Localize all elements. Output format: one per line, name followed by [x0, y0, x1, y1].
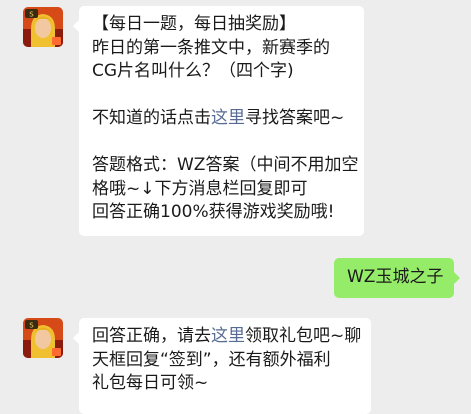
message-spacer — [92, 131, 354, 155]
message-format-line: 答题格式：WZ答案（中间不用加空 — [92, 155, 359, 175]
result-prefix: 回答正确，请去 — [92, 326, 211, 346]
hint-suffix: 寻找答案吧~ — [245, 108, 345, 128]
message-result-line: 回答正确，请去这里领取礼包吧~聊 — [92, 325, 361, 349]
message-bubble-user-reply: WZ玉城之子 — [334, 258, 460, 298]
message-spacer — [92, 84, 354, 108]
message-format-line: 回答正确100%获得游戏奖励哦! — [92, 202, 335, 222]
message-text-line: CG片名叫什么？（四个字) — [92, 61, 294, 81]
sender-avatar-icon[interactable]: S — [23, 318, 63, 358]
sender-avatar-icon[interactable]: S — [23, 7, 63, 47]
message-title: 【每日一题，每日抽奖励】 — [92, 14, 296, 34]
message-hint-line: 不知道的话点击这里寻找答案吧~ — [92, 107, 354, 131]
message-text-line: 礼包每日可领~ — [92, 373, 209, 393]
svg-text:S: S — [29, 322, 34, 330]
svg-text:S: S — [29, 11, 34, 19]
answer-link[interactable]: 这里 — [211, 108, 245, 128]
message-text-line: 昨日的第一条推文中，新赛季的 — [92, 37, 330, 58]
message-format-line: 格哦~↓下方消息栏回复即可 — [92, 178, 308, 199]
message-bubble-question: 【每日一题，每日抽奖励】 昨日的第一条推文中，新赛季的 CG片名叫什么？（四个字… — [73, 6, 364, 236]
gift-link[interactable]: 这里 — [211, 326, 245, 346]
hint-prefix: 不知道的话点击 — [92, 108, 211, 128]
result-suffix: 领取礼包吧~聊 — [245, 326, 362, 346]
user-reply-text: WZ玉城之子 — [347, 267, 444, 287]
message-text-line: 天框回复“签到”，还有额外福利 — [92, 349, 331, 370]
message-bubble-answer-result: 回答正确，请去这里领取礼包吧~聊 天框回复“签到”，还有额外福利 礼包每日可领~ — [73, 318, 371, 414]
